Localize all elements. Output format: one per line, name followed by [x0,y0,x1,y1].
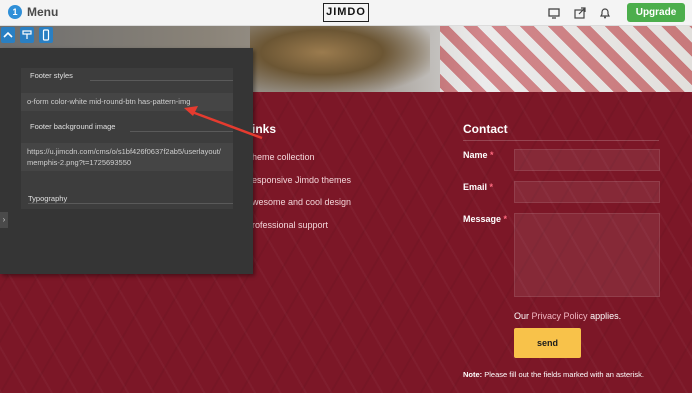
annotation-arrow-icon [184,106,263,140]
